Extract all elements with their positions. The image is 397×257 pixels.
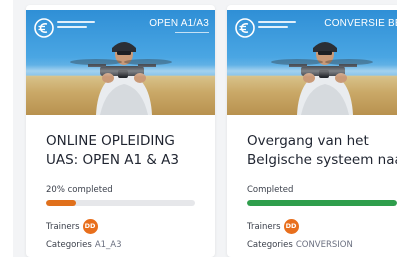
- course-title[interactable]: ONLINE OPLEIDING UAS: OPEN A1 & A3: [46, 132, 215, 170]
- euro-sign-logo-icon: [235, 18, 255, 38]
- euro-sign-logo-icon: [34, 18, 54, 38]
- progress-text: Completed: [247, 185, 294, 195]
- trainer-avatar[interactable]: DD: [82, 219, 98, 234]
- brand-wordmark: [57, 21, 97, 31]
- course-grid-page: OPEN A1/A3 ONLINE OPLEIDING UAS: OPEN A1…: [0, 0, 397, 257]
- course-title-line: Overgang van het: [247, 133, 369, 149]
- trainers-row: Trainers DD: [247, 219, 397, 234]
- course-tag: CONVERSIE BEL-: [324, 18, 397, 29]
- course-title[interactable]: Overgang van het Belgische systeem naar: [247, 132, 397, 170]
- horizon-haze: [227, 65, 397, 77]
- categories-label: Categories: [46, 240, 92, 250]
- sidebar-edge: [0, 0, 13, 257]
- categories-value[interactable]: CONVERSION: [296, 240, 353, 250]
- course-card[interactable]: CONVERSIE BEL- Overgang van het Belgisch…: [227, 5, 397, 257]
- course-title-line: ONLINE OPLEIDING: [46, 133, 175, 149]
- course-tag: OPEN A1/A3: [149, 18, 209, 29]
- brand-wordmark: [258, 21, 298, 31]
- course-card[interactable]: OPEN A1/A3 ONLINE OPLEIDING UAS: OPEN A1…: [26, 5, 215, 257]
- horizon-haze: [26, 65, 215, 77]
- categories-value[interactable]: A1_A3: [95, 240, 122, 250]
- course-title-line: Belgische systeem naar: [247, 152, 397, 168]
- course-card-body: ONLINE OPLEIDING UAS: OPEN A1 & A3 20% c…: [26, 132, 215, 250]
- progress-bar-fill: [247, 200, 397, 206]
- categories-label: Categories: [247, 240, 293, 250]
- progress-bar-fill: [46, 200, 76, 206]
- progress-bar: [46, 200, 195, 206]
- course-thumbnail[interactable]: OPEN A1/A3: [26, 10, 215, 115]
- course-title-line: UAS: OPEN A1 & A3: [46, 152, 179, 168]
- course-tag-underline: [175, 32, 209, 33]
- progress-text: 20% completed: [46, 185, 113, 195]
- trainers-row: Trainers DD: [46, 219, 215, 234]
- categories-row: Categories CONVERSION: [247, 240, 397, 250]
- trainers-label: Trainers: [46, 221, 80, 232]
- trainers-label: Trainers: [247, 221, 281, 232]
- progress-bar: [247, 200, 397, 206]
- course-card-body: Overgang van het Belgische systeem naar …: [227, 132, 397, 250]
- course-thumbnail[interactable]: CONVERSIE BEL-: [227, 10, 397, 115]
- trainer-avatar[interactable]: DD: [283, 219, 299, 234]
- categories-row: Categories A1_A3: [46, 240, 215, 250]
